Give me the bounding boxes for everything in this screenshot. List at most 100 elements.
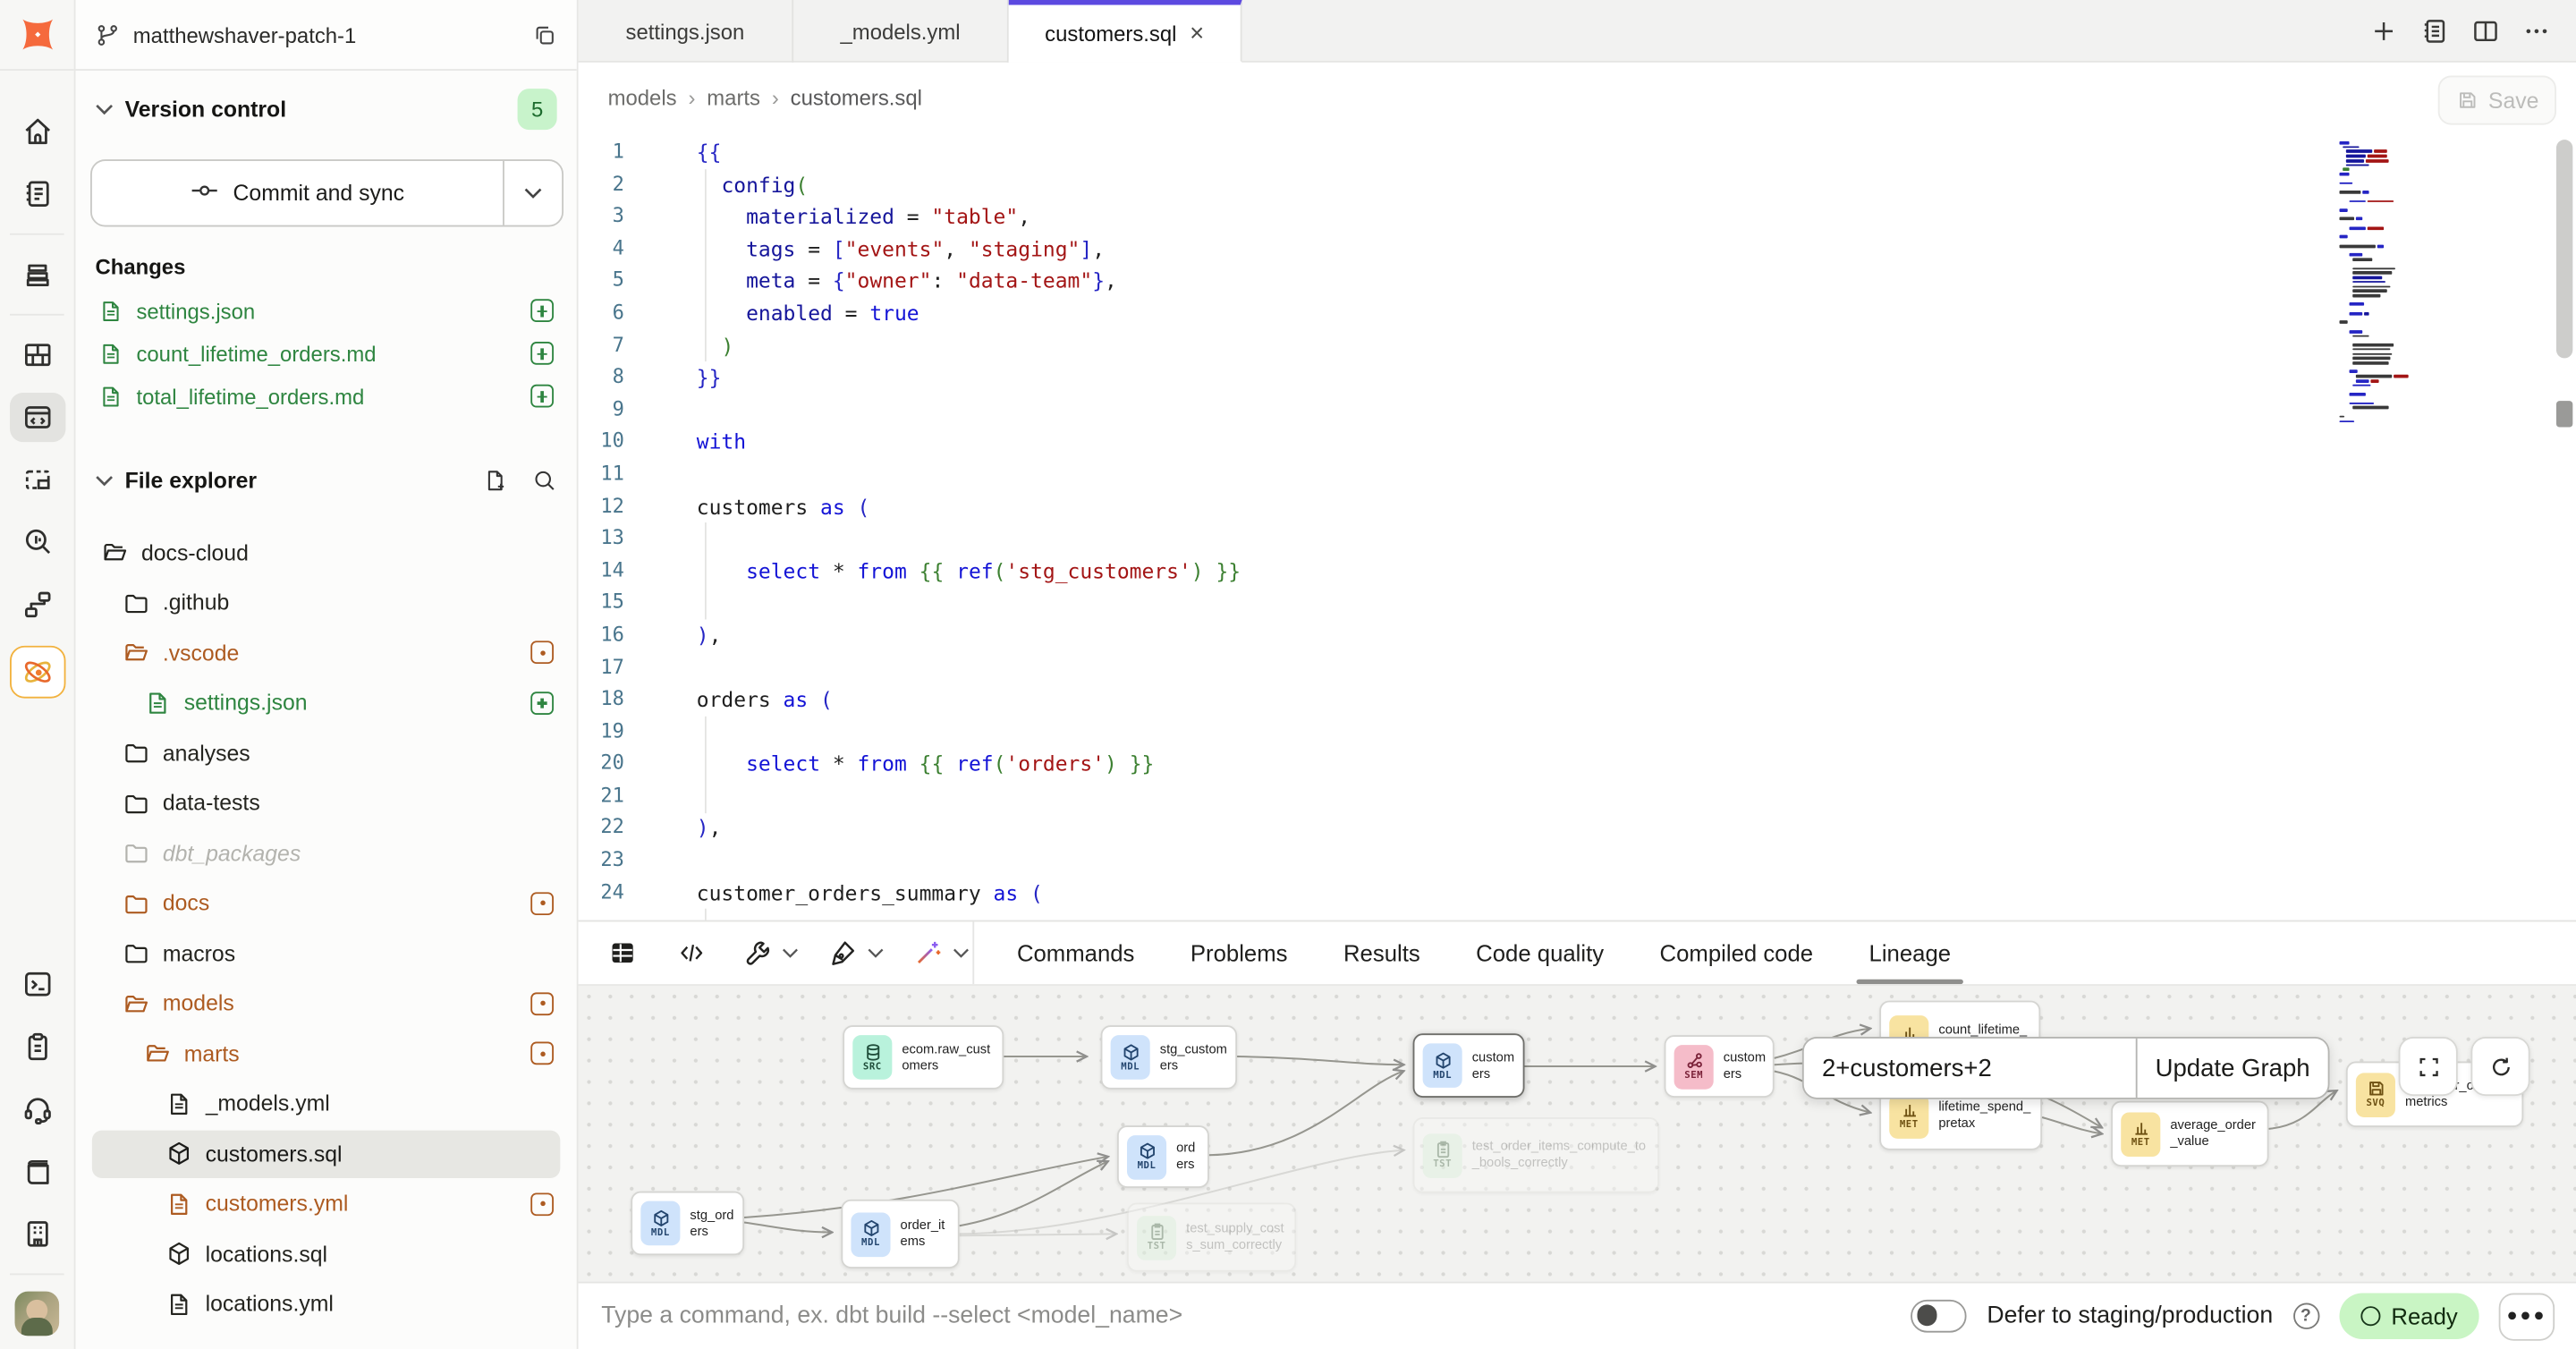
new-tab-icon[interactable]	[2369, 15, 2399, 45]
tree-item-analyses[interactable]: analyses	[75, 728, 576, 778]
panel-tab-lineage[interactable]: Lineage	[1866, 921, 1954, 984]
tree-item-customers.sql[interactable]: customers.sql	[75, 1129, 576, 1179]
code-line-23[interactable]: 23	[579, 844, 2576, 877]
code-line-3[interactable]: 3 materialized = "table",	[579, 200, 2576, 233]
code-line-22[interactable]: 22),	[579, 812, 2576, 844]
code-line-13[interactable]: 13	[579, 522, 2576, 555]
minimap[interactable]	[2340, 141, 2485, 381]
code-line-7[interactable]: 7 )	[579, 329, 2576, 361]
tree-item-locations.sql[interactable]: locations.sql	[75, 1229, 576, 1279]
lineage-node-stg_orders[interactable]: MDLstg_orders	[631, 1192, 744, 1256]
tree-item-locations.yml[interactable]: locations.yml	[75, 1279, 576, 1329]
lineage-node-ecom.raw_customers[interactable]: SRCecom.raw_customers	[843, 1025, 1004, 1090]
update-graph-button[interactable]: Update Graph	[2138, 1039, 2328, 1098]
code-line-15[interactable]: 15	[579, 587, 2576, 619]
dbt-copilot-atom-icon[interactable]	[9, 646, 64, 699]
wrench-dropdown-icon[interactable]	[782, 929, 808, 978]
lineage-node-customers[interactable]: MDLcustomers	[1413, 1033, 1525, 1098]
ai-wand-icon[interactable]	[903, 929, 953, 978]
tree-item-_models.yml[interactable]: _models.yml	[75, 1079, 576, 1129]
branch-name[interactable]: matthewshaver-patch-1	[133, 22, 532, 47]
lineage-node-customers[interactable]: SEMcustomers	[1665, 1035, 1775, 1098]
code-line-11[interactable]: 11	[579, 458, 2576, 490]
refresh-graph-button[interactable]	[2470, 1037, 2529, 1096]
stage-add-icon[interactable]	[530, 385, 554, 408]
changed-file-total_lifetime_orders.md[interactable]: total_lifetime_orders.md	[75, 375, 576, 418]
organization-icon[interactable]	[7, 1202, 66, 1265]
commit-and-sync-button[interactable]: Commit and sync	[92, 161, 504, 225]
lineage-canvas[interactable]: SRCecom.raw_customersMDLstg_customersMDL…	[579, 984, 2576, 1283]
ai-dropdown-icon[interactable]	[953, 929, 979, 978]
tree-item-models[interactable]: models	[75, 979, 576, 1029]
tree-item-docs-cloud[interactable]: docs-cloud	[75, 528, 576, 578]
tree-item-dbt_packages[interactable]: dbt_packages	[75, 828, 576, 878]
changed-file-settings.json[interactable]: settings.json	[75, 289, 576, 332]
headset-icon[interactable]	[7, 1078, 66, 1141]
stack-icon[interactable]	[7, 243, 66, 306]
code-line-24[interactable]: 24customer_orders_summary as (	[579, 877, 2576, 909]
panel-tab-problems[interactable]: Problems	[1187, 921, 1291, 984]
code-line-12[interactable]: 12customers as (	[579, 490, 2576, 522]
breadcrumb-marts[interactable]: marts	[707, 86, 760, 111]
tree-item-.github[interactable]: .github	[75, 578, 576, 628]
panel-tab-commands[interactable]: Commands	[1013, 921, 1138, 984]
fullscreen-button[interactable]	[2399, 1037, 2458, 1096]
search-files-icon[interactable]	[532, 468, 557, 493]
code-line-1[interactable]: 1{{	[579, 136, 2576, 168]
code-line-8[interactable]: 8}}	[579, 361, 2576, 394]
stage-add-icon[interactable]	[530, 342, 554, 365]
lineage-node-test_supply_costs_sum_correctly[interactable]: TSTtest_supply_costs_sum_correctly	[1127, 1202, 1296, 1271]
panel-tab-results[interactable]: Results	[1340, 921, 1423, 984]
tab-settings.json[interactable]: settings.json	[579, 0, 794, 63]
panel-tab-code-quality[interactable]: Code quality	[1472, 921, 1606, 984]
tab-_models.yml[interactable]: _models.yml	[793, 0, 1009, 63]
tree-item-data-tests[interactable]: data-tests	[75, 778, 576, 828]
file-explorer-header[interactable]: File explorer	[75, 460, 576, 499]
tree-item-docs[interactable]: docs	[75, 878, 576, 929]
code-line-21[interactable]: 21	[579, 780, 2576, 812]
frame-select-icon[interactable]	[7, 448, 66, 511]
code-line-6[interactable]: 6 enabled = true	[579, 297, 2576, 329]
format-dropdown-icon[interactable]	[868, 929, 894, 978]
breadcrumb-models[interactable]: models	[608, 86, 677, 111]
lineage-node-average_order_value[interactable]: METaverage_order_value	[2111, 1101, 2268, 1167]
lineage-node-order_items[interactable]: MDLorder_items	[841, 1200, 959, 1268]
flow-branch-icon[interactable]	[7, 573, 66, 636]
user-avatar[interactable]	[15, 1292, 60, 1336]
ready-status-badge[interactable]: Ready	[2339, 1294, 2479, 1339]
save-button[interactable]: Save	[2438, 75, 2556, 124]
tree-item-settings.json[interactable]: settings.json	[75, 678, 576, 728]
search-code-icon[interactable]	[7, 511, 66, 573]
home-icon[interactable]	[7, 100, 66, 163]
dbt-logo-icon[interactable]	[0, 0, 74, 71]
more-options-icon[interactable]	[2521, 15, 2551, 45]
tree-item-.vscode[interactable]: .vscode	[75, 628, 576, 678]
lineage-search-input[interactable]: 2+customers+2	[1804, 1039, 2135, 1098]
terminal-icon[interactable]	[7, 953, 66, 1015]
new-file-icon[interactable]	[483, 468, 508, 493]
code-line-17[interactable]: 17	[579, 651, 2576, 683]
code-line-14[interactable]: 14 select * from {{ ref('stg_customers')…	[579, 555, 2576, 587]
code-line-20[interactable]: 20 select * from {{ ref('orders') }}	[579, 748, 2576, 780]
code-editor-icon[interactable]	[7, 386, 66, 449]
editor-scrollbar-thumb[interactable]	[2556, 140, 2572, 358]
close-tab-icon[interactable]: ×	[1190, 21, 1204, 46]
breadcrumb-file[interactable]: customers.sql	[791, 86, 922, 111]
code-line-18[interactable]: 18orders as (	[579, 683, 2576, 716]
build-wrench-icon[interactable]	[733, 929, 782, 978]
changed-file-count_lifetime_orders.md[interactable]: count_lifetime_orders.md	[75, 332, 576, 375]
tree-item-customers.yml[interactable]: customers.yml	[75, 1179, 576, 1229]
lineage-node-test_order_items_compute_to_bools_correctly[interactable]: TSTtest_order_items_compute_to_bools_cor…	[1413, 1117, 1660, 1192]
command-input[interactable]: Type a command, ex. dbt build --select <…	[601, 1303, 1911, 1329]
help-icon[interactable]: ?	[2292, 1303, 2318, 1329]
panel-tab-compiled-code[interactable]: Compiled code	[1657, 921, 1817, 984]
stage-add-icon[interactable]	[530, 299, 554, 322]
docs-book-icon[interactable]	[7, 1141, 66, 1203]
format-pen-icon[interactable]	[818, 929, 868, 978]
commit-options-dropdown[interactable]	[504, 161, 562, 225]
code-line-4[interactable]: 4 tags = ["events", "staging"],	[579, 233, 2576, 265]
code-line-16[interactable]: 16),	[579, 619, 2576, 651]
clipboard-icon[interactable]	[7, 1015, 66, 1078]
code-icon[interactable]	[667, 929, 716, 978]
code-editor[interactable]: 1{{2 config(3 materialized = "table",4 t…	[579, 136, 2576, 920]
